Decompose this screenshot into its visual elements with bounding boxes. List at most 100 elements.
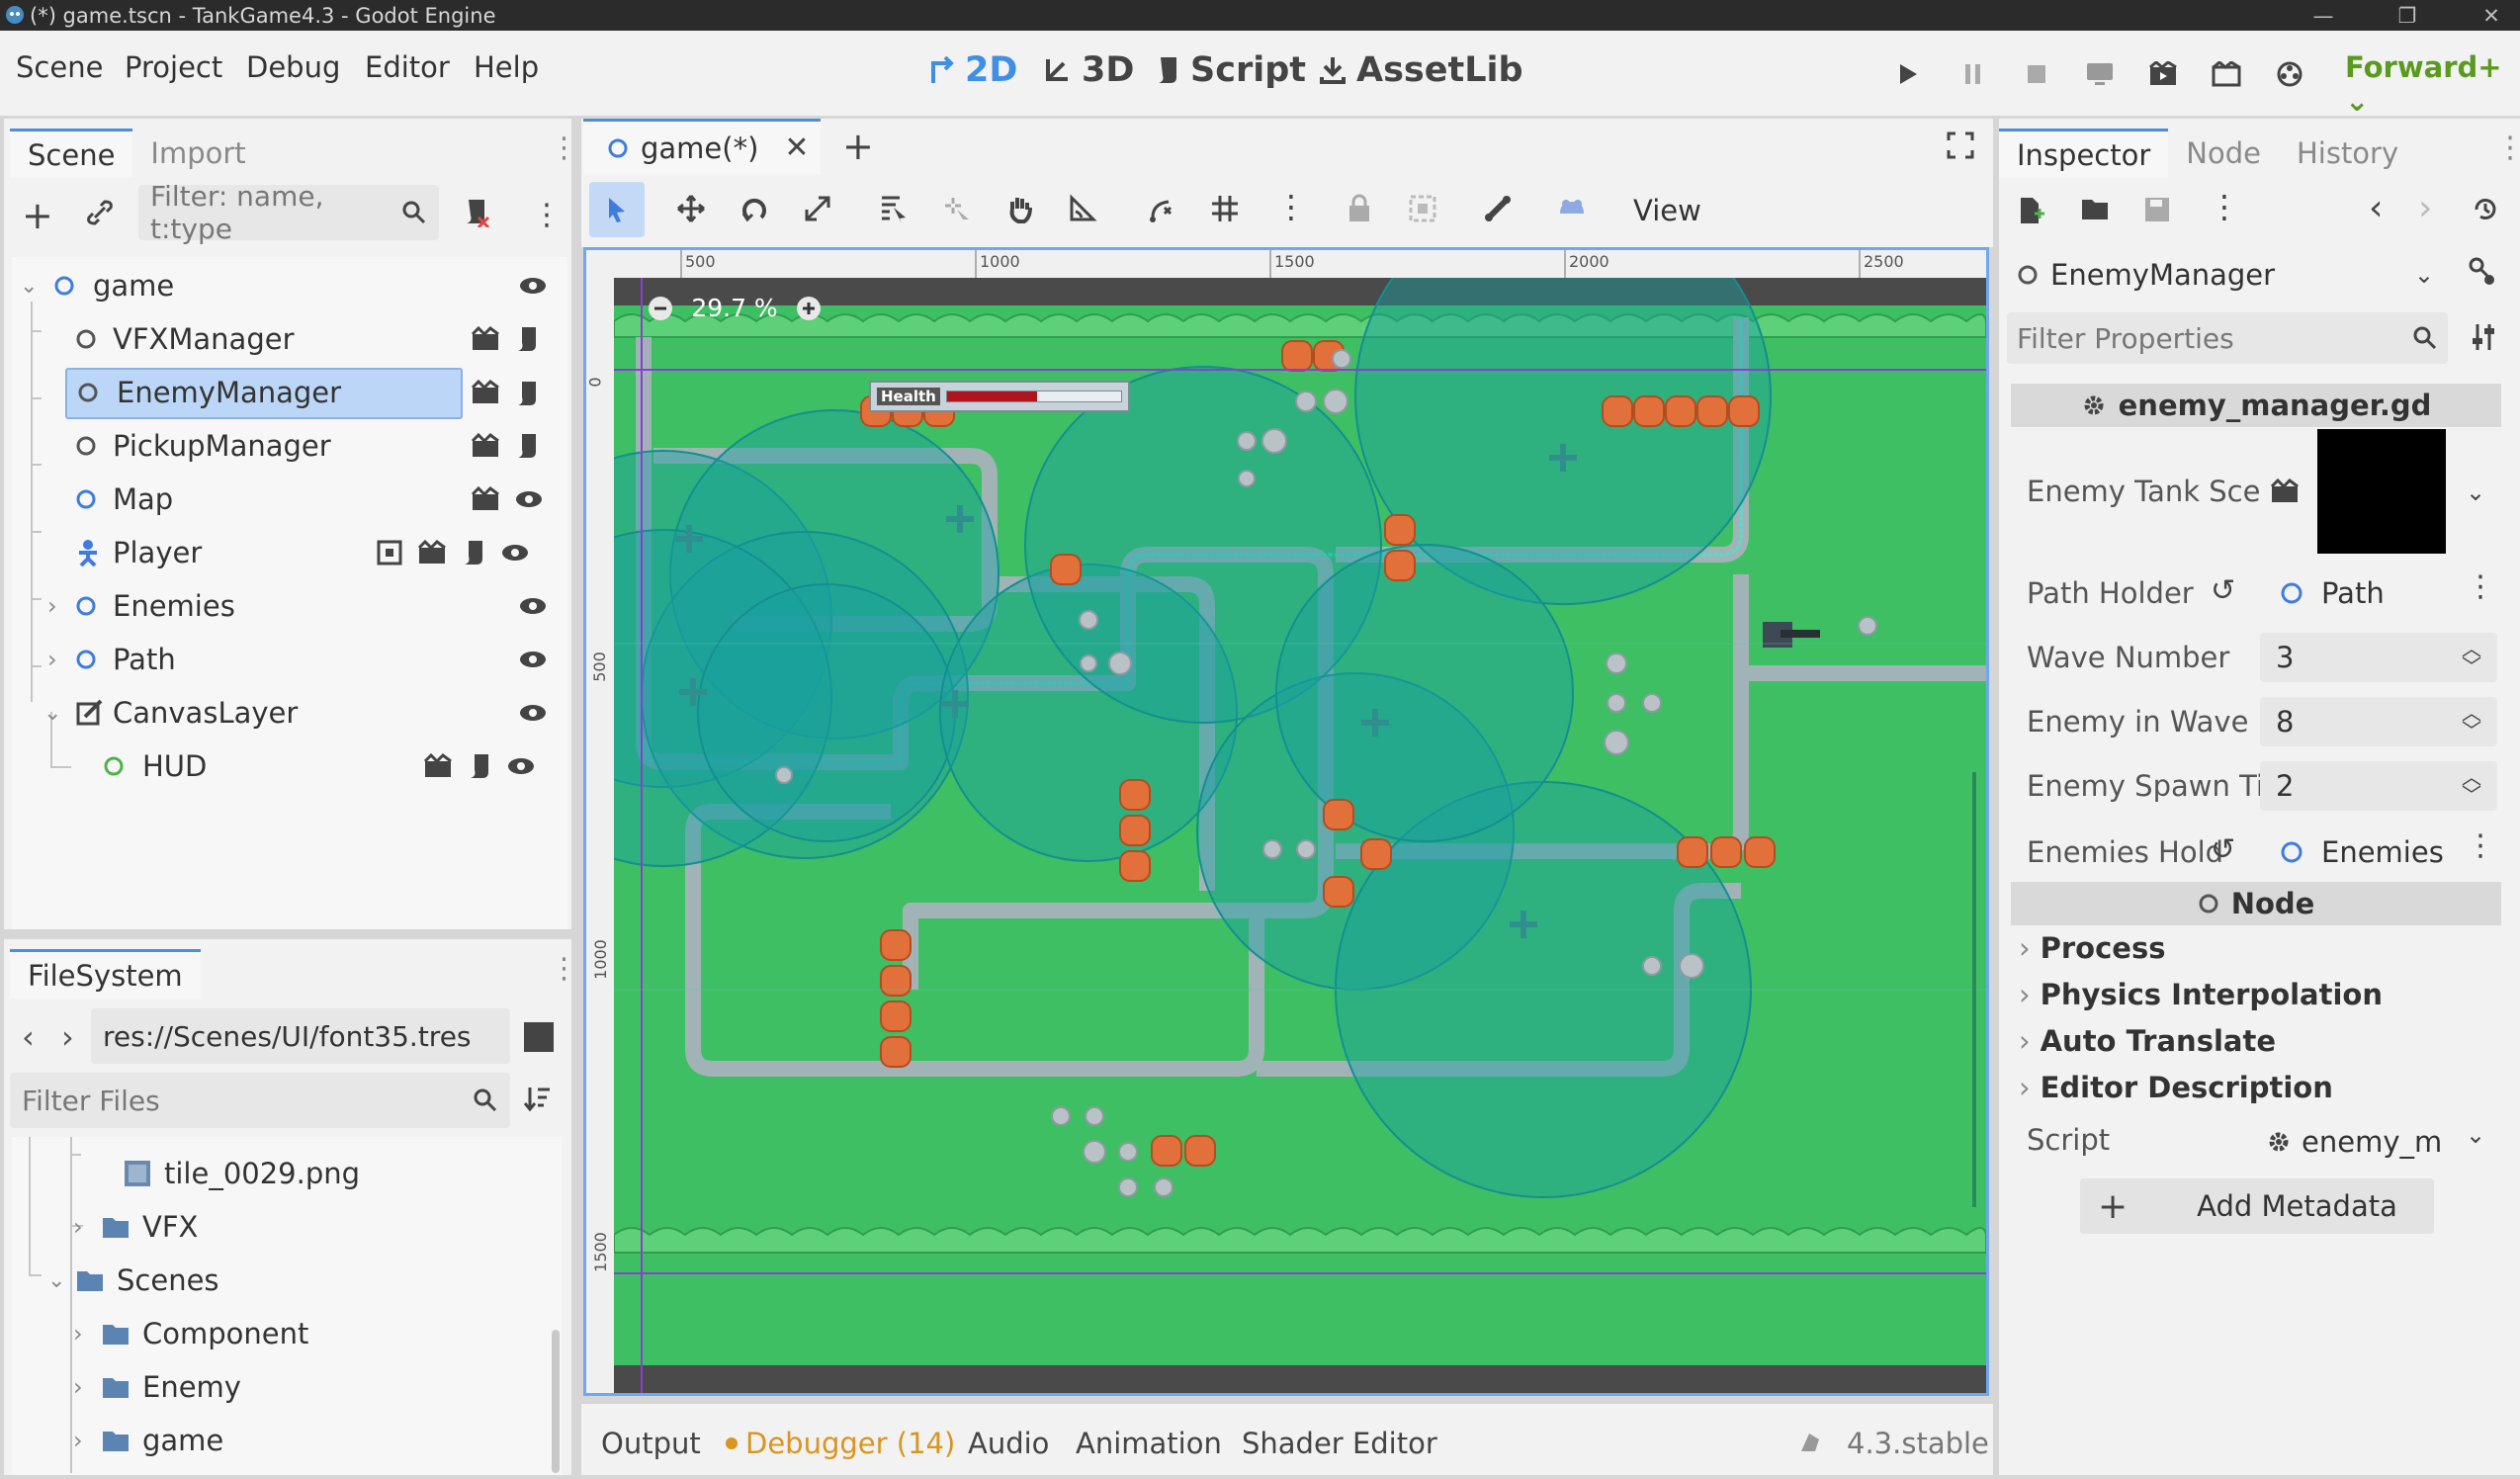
expand-arrow-icon[interactable]: › bbox=[73, 1427, 83, 1454]
subsection-editor-description[interactable]: › Editor Description bbox=[2019, 1071, 2333, 1104]
save-resource-icon[interactable] bbox=[2143, 196, 2171, 223]
camera-override-icon[interactable] bbox=[1556, 194, 1588, 223]
scene-resource-preview[interactable] bbox=[2317, 429, 2446, 554]
spinbox-arrows-icon[interactable]: ︿ ﹀ bbox=[2462, 767, 2481, 805]
script-section-header[interactable]: enemy_manager.gd bbox=[2011, 384, 2501, 427]
collapse-arrow-icon[interactable]: ⌄ bbox=[47, 1268, 65, 1293]
workspace-2d-button[interactable]: 2D bbox=[929, 50, 1017, 90]
filter-files-input[interactable]: Filter Files bbox=[10, 1073, 510, 1128]
scene-options-icon[interactable]: ⋮ bbox=[532, 198, 562, 232]
collapse-arrow-icon[interactable]: ⌄ bbox=[43, 701, 61, 726]
minimize-icon[interactable]: — bbox=[2294, 0, 2353, 31]
tab-game-scene[interactable]: game(*) ✕ bbox=[583, 119, 821, 174]
expand-arrow-icon[interactable]: › bbox=[73, 1320, 83, 1348]
rotate-tool-icon[interactable] bbox=[739, 194, 769, 223]
update-spinner-icon[interactable] bbox=[1797, 1430, 1825, 1457]
spinbox-arrows-icon[interactable]: ︿ ﹀ bbox=[2462, 639, 2481, 676]
close-window-icon[interactable]: ✕ bbox=[2462, 0, 2520, 31]
add-metadata-button[interactable]: + Add Metadata bbox=[2080, 1178, 2434, 1234]
script-attached-icon[interactable] bbox=[514, 325, 540, 353]
workspace-assetlib-button[interactable]: AssetLib bbox=[1319, 50, 1523, 90]
open-scene-icon[interactable] bbox=[423, 753, 453, 779]
renderer-selector[interactable]: Forward+ ⌄ bbox=[2345, 50, 2520, 118]
expand-arrow-icon[interactable]: › bbox=[47, 592, 57, 620]
open-scene-icon[interactable] bbox=[417, 540, 447, 566]
tab-audio[interactable]: Audio bbox=[968, 1427, 1049, 1460]
subsection-process[interactable]: › Process bbox=[2019, 931, 2165, 965]
tab-debugger[interactable]: Debugger (14) bbox=[726, 1427, 955, 1460]
folder-item-enemy[interactable]: › Enemy bbox=[14, 1360, 567, 1414]
node-tree-icon[interactable] bbox=[2468, 257, 2499, 287]
horizontal-ruler[interactable]: 500 1000 1500 2000 2500 bbox=[586, 250, 1986, 278]
tree-node-hud[interactable]: HUD bbox=[14, 740, 567, 793]
snap-options-icon[interactable]: ⋮ bbox=[1275, 188, 1307, 225]
script-field[interactable]: enemy_m bbox=[2266, 1117, 2464, 1167]
tree-node-enemymanager-selected[interactable]: EnemyManager bbox=[65, 366, 463, 419]
pivot-tool-icon[interactable] bbox=[941, 194, 971, 223]
group-select-icon[interactable] bbox=[1408, 194, 1437, 223]
skeleton-bone-icon[interactable] bbox=[1483, 194, 1513, 223]
sort-icon[interactable] bbox=[522, 1084, 552, 1113]
script-attached-icon[interactable] bbox=[514, 380, 540, 407]
open-scene-icon[interactable] bbox=[471, 433, 500, 459]
tab-node[interactable]: Node bbox=[2168, 129, 2279, 178]
folder-item-vfx[interactable]: › VFX bbox=[14, 1200, 567, 1254]
menu-help[interactable]: Help bbox=[474, 50, 539, 84]
visibility-icon[interactable] bbox=[514, 488, 544, 510]
stop-icon[interactable] bbox=[2015, 52, 2058, 96]
chevron-down-icon[interactable]: ⌄ bbox=[2466, 478, 2485, 506]
zoom-level[interactable]: 29.7 % bbox=[685, 294, 784, 322]
view-menu[interactable]: View bbox=[1633, 194, 1701, 227]
attach-script-icon[interactable] bbox=[461, 198, 490, 227]
visibility-icon[interactable] bbox=[518, 702, 548, 724]
filter-properties-input[interactable]: Filter Properties bbox=[2007, 312, 2448, 364]
menu-project[interactable]: Project bbox=[125, 50, 222, 84]
expand-arrow-icon[interactable]: › bbox=[73, 1213, 83, 1241]
path-input[interactable]: res://Scenes/UI/font35.tres bbox=[91, 1008, 510, 1064]
add-node-icon[interactable]: + bbox=[22, 194, 53, 237]
enemy-in-wave-spinbox[interactable]: 8 ︿ ﹀ bbox=[2260, 697, 2497, 746]
open-scene-icon[interactable] bbox=[471, 380, 500, 407]
list-select-icon[interactable] bbox=[878, 194, 908, 223]
visibility-icon[interactable] bbox=[518, 595, 548, 617]
collapse-arrow-icon[interactable]: ⌄ bbox=[20, 274, 38, 299]
play-icon[interactable] bbox=[1886, 52, 1930, 96]
back-arrow-icon[interactable]: ‹ bbox=[22, 1018, 35, 1056]
remote-debug-icon[interactable] bbox=[2078, 52, 2122, 96]
ruler-tool-icon[interactable] bbox=[1068, 194, 1097, 223]
tab-shader-editor[interactable]: Shader Editor bbox=[1242, 1427, 1437, 1460]
tree-node-canvaslayer[interactable]: ⌄ CanvasLayer bbox=[14, 686, 567, 740]
open-scene-icon[interactable] bbox=[471, 486, 500, 512]
object-history-icon[interactable] bbox=[2472, 196, 2499, 223]
grid-snap-icon[interactable] bbox=[1210, 194, 1240, 223]
subsection-physics-interpolation[interactable]: › Physics Interpolation bbox=[2019, 978, 2383, 1011]
instance-scene-icon[interactable] bbox=[85, 198, 115, 227]
move-tool-icon[interactable] bbox=[676, 194, 706, 223]
enemies-holder-field[interactable]: Enemies bbox=[2270, 826, 2456, 878]
script-attached-icon[interactable] bbox=[514, 432, 540, 460]
group-icon[interactable] bbox=[376, 539, 403, 566]
menu-scene[interactable]: Scene bbox=[16, 50, 103, 84]
file-item-tile[interactable]: tile_0029.png bbox=[14, 1147, 567, 1200]
tree-node-pickupmanager[interactable]: PickupManager bbox=[14, 419, 567, 473]
split-view-icon[interactable] bbox=[524, 1022, 554, 1052]
open-resource-icon[interactable] bbox=[2080, 196, 2110, 223]
tree-node-map[interactable]: Map bbox=[14, 473, 567, 526]
zoom-out-icon[interactable] bbox=[648, 296, 673, 321]
maximize-icon[interactable]: ❐ bbox=[2378, 0, 2437, 31]
tab-animation[interactable]: Animation bbox=[1076, 1427, 1222, 1460]
property-options-icon[interactable] bbox=[2470, 322, 2497, 352]
folder-item-component[interactable]: › Component bbox=[14, 1307, 567, 1360]
enemy-spawn-time-spinbox[interactable]: 2 ︿ ﹀ bbox=[2260, 761, 2497, 811]
tree-node-enemies[interactable]: › Enemies bbox=[14, 579, 567, 633]
visibility-icon[interactable] bbox=[518, 275, 548, 297]
expand-arrow-icon[interactable]: › bbox=[47, 646, 57, 673]
folder-item-scenes[interactable]: ⌄ Scenes bbox=[14, 1254, 567, 1307]
smart-snap-icon[interactable] bbox=[1147, 194, 1176, 223]
workspace-3d-button[interactable]: 3D bbox=[1044, 50, 1134, 90]
zoom-in-icon[interactable] bbox=[796, 296, 822, 321]
visibility-icon[interactable] bbox=[500, 542, 530, 564]
expand-arrow-icon[interactable]: › bbox=[73, 1373, 83, 1401]
close-tab-icon[interactable]: ✕ bbox=[784, 130, 809, 165]
pan-tool-icon[interactable] bbox=[1004, 194, 1034, 223]
